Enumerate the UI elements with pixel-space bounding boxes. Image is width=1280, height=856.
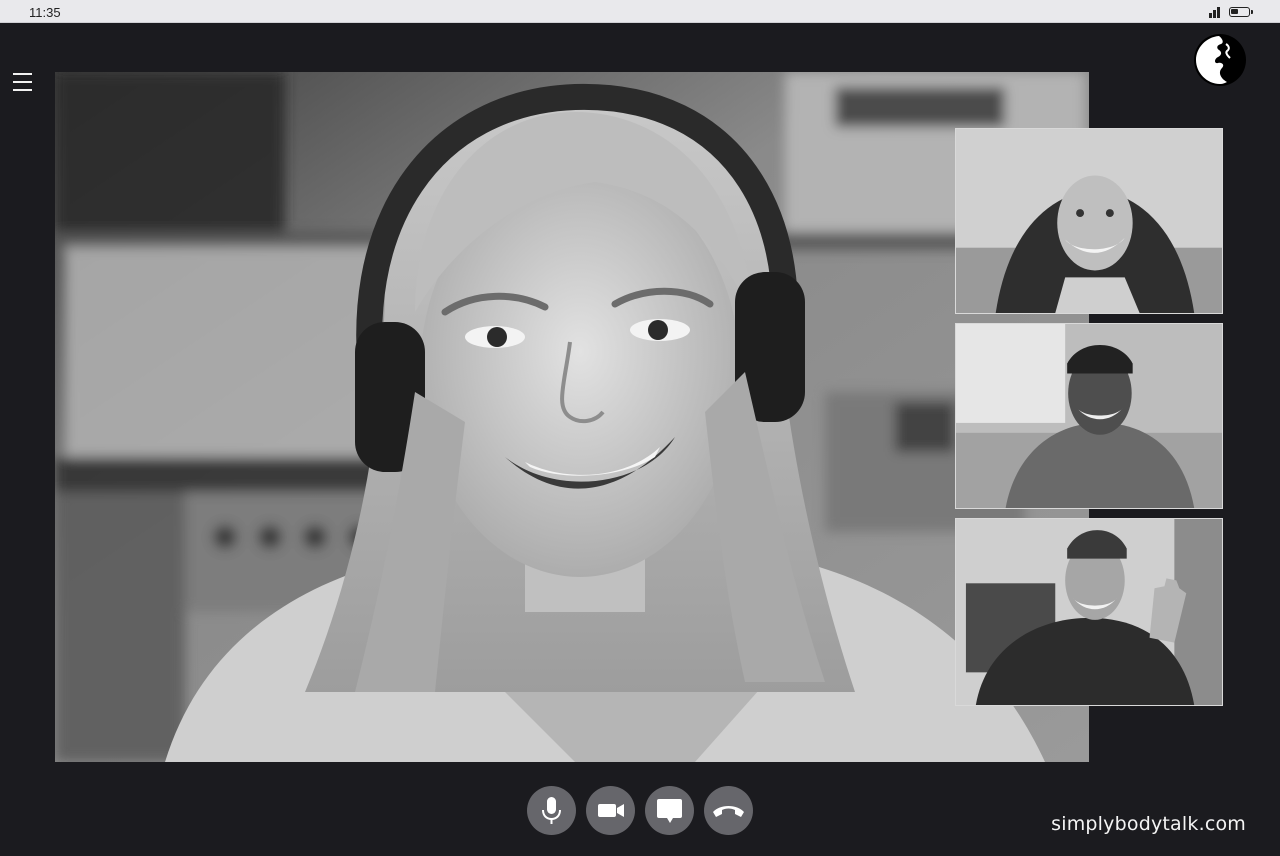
participant-thumbnail-2[interactable] — [955, 323, 1223, 509]
chat-bubble-icon — [657, 799, 682, 823]
participant-thumbnail-1[interactable] — [955, 128, 1223, 314]
microphone-icon — [542, 797, 561, 824]
video-camera-icon — [598, 804, 624, 817]
chat-button[interactable] — [645, 786, 694, 835]
participant-thumbnail-3[interactable] — [955, 518, 1223, 706]
simply-body-talk-logo — [1192, 32, 1248, 88]
microphone-button[interactable] — [527, 786, 576, 835]
hang-up-icon — [713, 806, 744, 817]
status-time: 11:35 — [29, 5, 61, 20]
battery-level — [1231, 9, 1238, 14]
camera-button[interactable] — [586, 786, 635, 835]
battery-icon — [1229, 7, 1253, 17]
main-speaker-video[interactable] — [55, 72, 1089, 762]
end-call-button[interactable] — [704, 786, 753, 835]
menu-icon[interactable] — [13, 72, 32, 92]
website-credit: simplybodytalk.com — [1051, 813, 1246, 835]
signal-icon — [1209, 7, 1222, 18]
status-bar: 11:35 — [0, 0, 1280, 23]
